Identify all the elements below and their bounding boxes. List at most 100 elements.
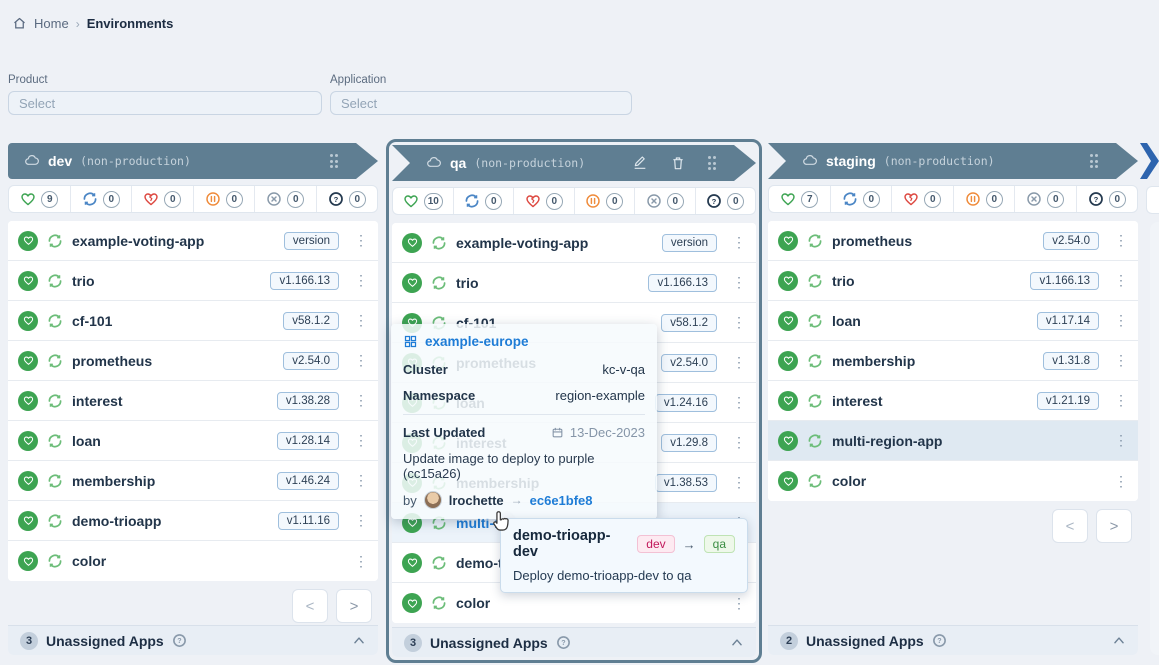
prev-page-button[interactable]: < [292, 589, 328, 623]
app-version-badge[interactable]: v2.54.0 [1043, 232, 1099, 250]
app-name[interactable]: example-voting-app [72, 233, 275, 249]
kebab-menu-icon[interactable]: ⋮ [354, 472, 366, 489]
kebab-menu-icon[interactable]: ⋮ [354, 312, 366, 329]
app-row[interactable]: color ⋮ [8, 541, 378, 581]
app-name[interactable]: interest [832, 393, 1028, 409]
kebab-menu-icon[interactable]: ⋮ [732, 314, 744, 331]
kebab-menu-icon[interactable]: ⋮ [732, 474, 744, 491]
app-row[interactable]: example-voting-app version ⋮ [392, 223, 756, 263]
app-version-badge[interactable]: v1.17.14 [1037, 312, 1099, 330]
missing-status-group[interactable]: 0 [635, 188, 696, 214]
app-name[interactable]: membership [832, 353, 1034, 369]
env-header-dev[interactable]: dev (non-production) [8, 143, 378, 179]
app-version-badge[interactable]: v1.38.28 [277, 392, 339, 410]
app-name[interactable]: loan [832, 313, 1028, 329]
app-version-badge[interactable]: v1.46.24 [277, 472, 339, 490]
app-version-badge[interactable]: v1.11.16 [278, 512, 339, 530]
kebab-menu-icon[interactable]: ⋮ [732, 434, 744, 451]
application-select[interactable] [330, 91, 632, 115]
collapse-chevron-icon[interactable] [730, 636, 744, 650]
app-name[interactable]: example-voting-app [456, 235, 653, 251]
suspended-status-group[interactable]: 0 [194, 186, 256, 212]
unknown-status-group[interactable]: 0 [696, 188, 756, 214]
app-name[interactable]: demo-trioapp [72, 513, 269, 529]
kebab-menu-icon[interactable]: ⋮ [1114, 312, 1126, 329]
healthy-status-group[interactable]: 9 [9, 186, 71, 212]
app-row[interactable]: demo-trioapp v1.11.16 ⋮ [8, 501, 378, 541]
app-row[interactable]: cf-101 v58.1.2 ⋮ [8, 301, 378, 341]
env-header-staging[interactable]: staging (non-production) [768, 143, 1138, 179]
app-row[interactable]: membership v1.46.24 ⋮ [8, 461, 378, 501]
drag-handle-icon[interactable] [708, 156, 717, 170]
app-row[interactable]: prometheusv2.54.0⋮ [768, 221, 1138, 261]
help-icon[interactable] [932, 633, 947, 648]
help-icon[interactable] [556, 635, 571, 650]
edit-icon[interactable] [632, 155, 648, 171]
unassigned-apps-footer[interactable]: 3 Unassigned Apps [8, 625, 378, 655]
product-select[interactable] [8, 91, 322, 115]
unassigned-apps-footer[interactable]: 3 Unassigned Apps [392, 627, 756, 657]
app-name[interactable]: color [832, 473, 1105, 489]
app-row[interactable]: triov1.166.13⋮ [392, 263, 756, 303]
app-version-badge[interactable]: v1.29.8 [661, 434, 717, 452]
app-version-badge[interactable]: v2.54.0 [283, 352, 339, 370]
degraded-status-group[interactable]: 0 [132, 186, 194, 212]
kebab-menu-icon[interactable]: ⋮ [1114, 272, 1126, 289]
app-row[interactable]: membership v1.31.8 ⋮ [768, 341, 1138, 381]
app-row[interactable]: interestv1.38.28⋮ [8, 381, 378, 421]
degraded-status-group[interactable]: 0 [514, 188, 575, 214]
app-version-badge[interactable]: version [662, 234, 717, 252]
healthy-status-group[interactable]: 7 [769, 186, 831, 212]
progressing-status-group[interactable]: 0 [831, 186, 893, 212]
app-name[interactable]: membership [72, 473, 268, 489]
breadcrumb-home[interactable]: Home [34, 16, 69, 31]
unknown-status-group[interactable]: 0 [317, 186, 378, 212]
app-name[interactable]: color [72, 553, 345, 569]
app-version-badge[interactable]: v1.38.53 [655, 474, 717, 492]
kebab-menu-icon[interactable]: ⋮ [354, 352, 366, 369]
app-name[interactable]: cf-101 [72, 313, 274, 329]
app-name[interactable]: color [456, 595, 723, 611]
app-name[interactable]: prometheus [72, 353, 274, 369]
kebab-menu-icon[interactable]: ⋮ [732, 274, 744, 291]
app-row[interactable]: prometheus v2.54.0 ⋮ [8, 341, 378, 381]
app-version-badge[interactable]: v58.1.2 [283, 312, 339, 330]
kebab-menu-icon[interactable]: ⋮ [732, 354, 744, 371]
kebab-menu-icon[interactable]: ⋮ [354, 272, 366, 289]
next-page-button[interactable]: > [336, 589, 372, 623]
kebab-menu-icon[interactable]: ⋮ [354, 553, 366, 570]
kebab-menu-icon[interactable]: ⋮ [354, 512, 366, 529]
app-row[interactable]: interestv1.21.19⋮ [768, 381, 1138, 421]
missing-status-group[interactable]: 0 [1015, 186, 1077, 212]
tooltip-app-name-link[interactable]: example-europe [425, 334, 529, 349]
app-version-badge[interactable]: v1.166.13 [648, 274, 717, 292]
kebab-menu-icon[interactable]: ⋮ [354, 392, 366, 409]
app-name[interactable]: loan [72, 433, 268, 449]
app-version-badge[interactable]: v2.54.0 [661, 354, 717, 372]
kebab-menu-icon[interactable]: ⋮ [1114, 352, 1126, 369]
collapse-chevron-icon[interactable] [1112, 634, 1126, 648]
kebab-menu-icon[interactable]: ⋮ [732, 394, 744, 411]
kebab-menu-icon[interactable]: ⋮ [354, 432, 366, 449]
app-row[interactable]: color⋮ [768, 461, 1138, 501]
commit-sha-link[interactable]: ec6e1bfe8 [530, 493, 593, 508]
app-row[interactable]: loanv1.28.14⋮ [8, 421, 378, 461]
app-version-badge[interactable]: v1.31.8 [1043, 352, 1099, 370]
app-row[interactable]: loan v1.17.14 ⋮ [768, 301, 1138, 341]
kebab-menu-icon[interactable]: ⋮ [732, 234, 744, 251]
app-name[interactable]: multi-region-app [832, 433, 1105, 449]
collapse-chevron-icon[interactable] [352, 634, 366, 648]
app-row-multi-region-app[interactable]: multi-region-app⋮ [768, 421, 1138, 461]
help-icon[interactable] [172, 633, 187, 648]
app-row[interactable]: example-voting-appversion⋮ [8, 221, 378, 261]
kebab-menu-icon[interactable]: ⋮ [354, 232, 366, 249]
app-version-badge[interactable]: v1.21.19 [1037, 392, 1099, 410]
prev-page-button[interactable]: < [1052, 509, 1088, 543]
app-version-badge[interactable]: v1.166.13 [270, 272, 339, 290]
next-page-button[interactable]: > [1096, 509, 1132, 543]
app-name[interactable]: trio [72, 273, 261, 289]
degraded-status-group[interactable]: 0 [892, 186, 954, 212]
suspended-status-group[interactable]: 0 [954, 186, 1016, 212]
healthy-status-group[interactable]: 10 [393, 188, 454, 214]
kebab-menu-icon[interactable]: ⋮ [732, 595, 744, 612]
